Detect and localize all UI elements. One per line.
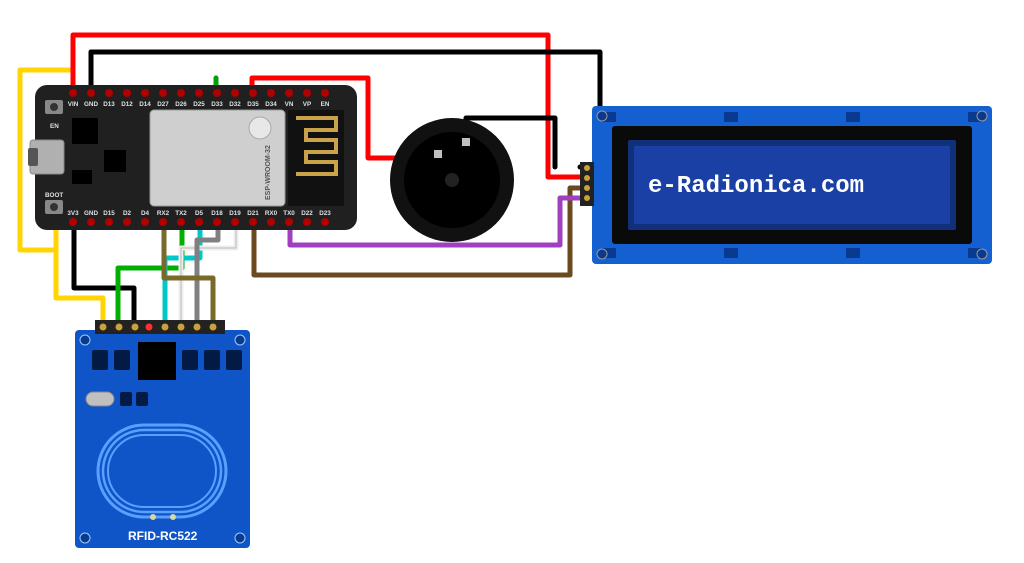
lcd-i2c-header [580, 162, 594, 206]
esp32-button-en-label: EN [50, 123, 59, 130]
svg-text:EN: EN [321, 101, 330, 108]
lcd-module: e-Radionica.com [580, 106, 992, 264]
buzzer [390, 118, 514, 242]
svg-text:3V3: 3V3 [67, 210, 79, 217]
svg-text:D22: D22 [301, 210, 313, 217]
svg-text:D35: D35 [247, 101, 259, 108]
svg-text:D32: D32 [229, 101, 241, 108]
svg-text:D34: D34 [265, 101, 277, 108]
svg-text:D2: D2 [123, 210, 132, 217]
svg-text:D23: D23 [319, 210, 331, 217]
svg-text:TX2: TX2 [175, 210, 187, 217]
esp32-button-boot-label: BOOT [45, 192, 63, 199]
svg-text:GND: GND [84, 101, 98, 108]
svg-text:VIN: VIN [68, 101, 79, 108]
svg-text:D5: D5 [195, 210, 204, 217]
svg-text:D14: D14 [139, 101, 151, 108]
svg-text:D26: D26 [175, 101, 187, 108]
svg-text:D15: D15 [103, 210, 115, 217]
lcd-text-line1: e-Radionica.com [648, 173, 864, 200]
svg-text:D18: D18 [211, 210, 223, 217]
svg-text:D25: D25 [193, 101, 205, 108]
wiring-diagram: ESP-WROOM-32 EN BOOT VIN GND D13 D12 [0, 0, 1024, 563]
svg-text:VP: VP [303, 101, 311, 108]
svg-text:D19: D19 [229, 210, 241, 217]
svg-text:D27: D27 [157, 101, 169, 108]
svg-text:RX2: RX2 [157, 210, 170, 217]
svg-text:GND: GND [84, 210, 98, 217]
svg-text:RX0: RX0 [265, 210, 278, 217]
svg-text:D33: D33 [211, 101, 223, 108]
svg-text:D4: D4 [141, 210, 150, 217]
svg-text:TX0: TX0 [283, 210, 295, 217]
wire-green-rst [118, 225, 182, 322]
rfid-header [95, 320, 225, 334]
esp32-board: ESP-WROOM-32 EN BOOT VIN GND D13 D12 [28, 85, 357, 230]
svg-text:D13: D13 [103, 101, 115, 108]
svg-text:D21: D21 [247, 210, 259, 217]
rfid-label: RFID-RC522 [128, 529, 198, 543]
rfid-rc522: RFID-RC522 [75, 320, 250, 548]
svg-text:D12: D12 [121, 101, 133, 108]
svg-text:VN: VN [285, 101, 294, 108]
esp32-chip-label: ESP-WROOM-32 [265, 145, 272, 200]
wire-yellow-rfid [56, 225, 103, 322]
